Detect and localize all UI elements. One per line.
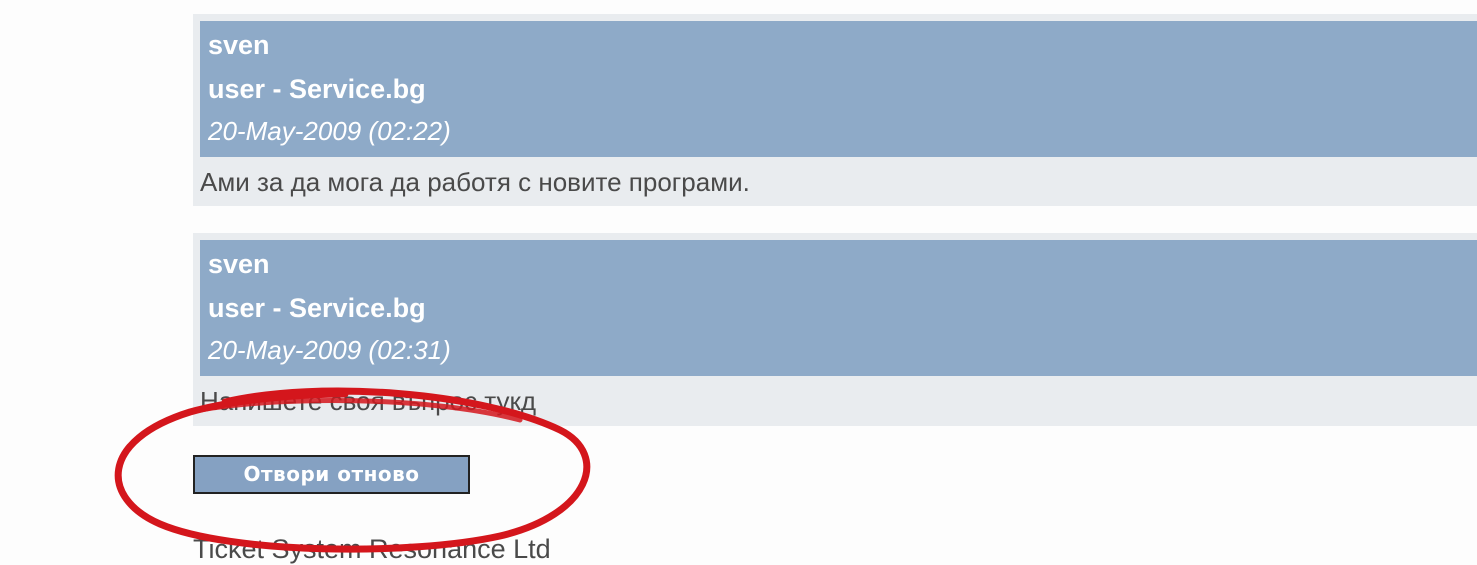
message-card: sven user - Service.bg 20-May-2009 (02:3… <box>193 233 1477 426</box>
message-card: sven user - Service.bg 20-May-2009 (02:2… <box>193 14 1477 206</box>
message-date: 20-May-2009 (02:31) <box>208 335 451 365</box>
message-header: sven user - Service.bg 20-May-2009 (02:3… <box>200 240 1477 376</box>
footer-text: Ticket System Resonance Ltd <box>193 534 551 564</box>
message-header: sven user - Service.bg 20-May-2009 (02:2… <box>200 21 1477 157</box>
message-role: user - Service.bg <box>208 293 426 323</box>
message-role: user - Service.bg <box>208 74 426 104</box>
reopen-button[interactable]: Отвори отново <box>193 455 470 494</box>
message-author: sven <box>208 30 270 60</box>
message-author: sven <box>208 249 270 279</box>
message-body: Напишете своя въпрос тукд <box>200 386 537 416</box>
message-date: 20-May-2009 (02:22) <box>208 116 451 146</box>
message-body: Ами за да мога да работя с новите програ… <box>200 167 750 197</box>
ticket-page: sven user - Service.bg 20-May-2009 (02:2… <box>0 0 1477 565</box>
